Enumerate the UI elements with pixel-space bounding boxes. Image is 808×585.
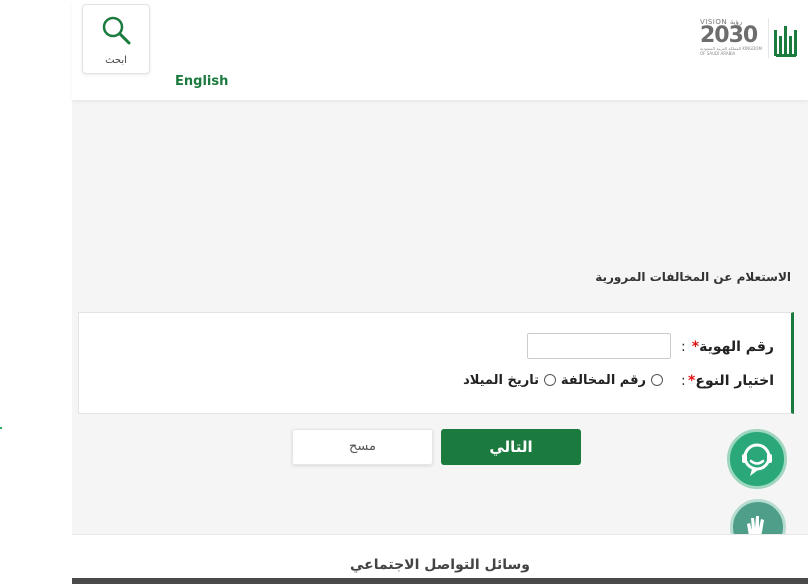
vision-year: 2030 (700, 23, 758, 48)
footer-image-strip (72, 578, 808, 584)
social-media-title: وسائل التواصل الاجتماعي (350, 557, 530, 573)
page-title: الاستعلام عن المخالفات المرورية (595, 270, 791, 284)
id-colon: : (681, 339, 686, 355)
vision-2030-logo: VISION رؤية 2030 المملكة العربية السعودي… (700, 18, 762, 56)
vision-subtitle: المملكة العربية السعودية KINGDOM OF SAUD… (700, 46, 762, 56)
clear-button[interactable]: مسح (292, 429, 433, 465)
absher-logo (767, 16, 798, 64)
next-button[interactable]: التالي (441, 429, 581, 465)
page-marker (0, 427, 2, 429)
language-switch-link[interactable]: English (175, 74, 228, 89)
search-label: ابحث (105, 55, 127, 66)
chat-support-icon (738, 440, 776, 482)
id-number-text: رقم الهوية (699, 339, 774, 355)
chat-support-button[interactable] (727, 429, 787, 489)
option-violation-number-label[interactable]: رقم المخالفة (561, 373, 646, 388)
option-birth-date-label[interactable]: تاريخ الميلاد (463, 373, 539, 388)
search-icon (101, 15, 131, 49)
required-mark: * (691, 339, 700, 355)
type-colon: : (681, 373, 686, 389)
inquiry-form (78, 312, 794, 414)
search-button[interactable]: ابحث (82, 4, 150, 74)
id-number-label: رقم الهوية* (692, 339, 774, 355)
id-number-input[interactable] (527, 333, 671, 359)
radio-violation-number[interactable] (651, 374, 663, 386)
type-label: اختيار النوع* (688, 373, 774, 389)
radio-birth-date[interactable] (544, 374, 556, 386)
type-text: اختيار النوع (695, 373, 774, 389)
